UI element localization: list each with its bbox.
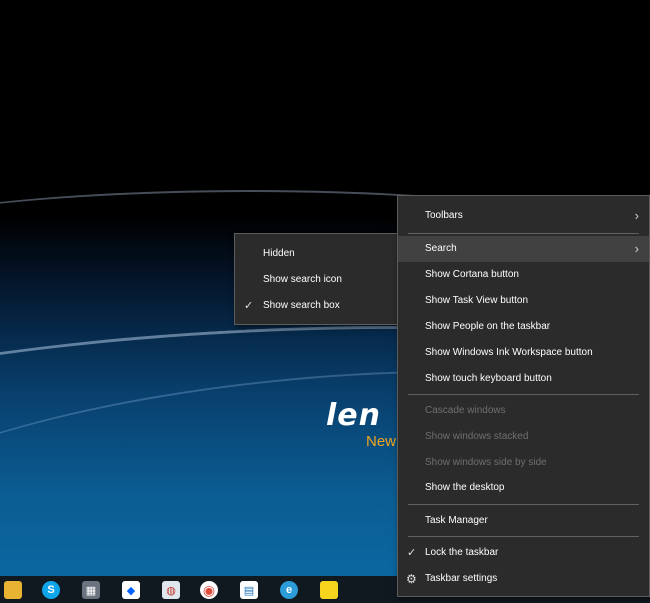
menu-item-cascade-windows: Cascade windows (425, 405, 506, 416)
menu-divider (408, 536, 639, 537)
menu-item-show-ink-workspace[interactable]: Show Windows Ink Workspace button (398, 340, 649, 366)
dropbox-icon[interactable]: ◆ (122, 581, 140, 599)
search-option-show-box[interactable]: ✓ Show search box (235, 293, 399, 319)
menu-item-show-desktop[interactable]: Show the desktop (398, 475, 649, 501)
menu-item-taskbar-settings[interactable]: ⚙ Taskbar settings (398, 566, 649, 592)
wallpaper-logo: len (326, 398, 381, 433)
search-option-show-icon[interactable]: Show search icon (235, 267, 399, 293)
menu-divider (408, 504, 639, 505)
file-explorer-icon[interactable] (4, 581, 22, 599)
menu-item-lock-taskbar[interactable]: ✓ Lock the taskbar (398, 540, 649, 566)
menu-item-task-manager[interactable]: Task Manager (398, 508, 649, 534)
search-submenu: Hidden Show search icon ✓ Show search bo… (234, 233, 400, 325)
chevron-right-icon: › (634, 241, 639, 256)
wallpaper-logo-subtitle: New (366, 433, 397, 450)
edge-icon[interactable]: e (280, 581, 298, 599)
sticky-notes-icon[interactable] (320, 581, 338, 599)
menu-item-toolbars[interactable]: Toolbars › (398, 203, 649, 229)
check-icon: ✓ (244, 300, 254, 312)
menu-item-show-cortana[interactable]: Show Cortana button (398, 262, 649, 288)
search-option-hidden[interactable]: Hidden (235, 241, 399, 267)
store-icon[interactable]: ▤ (240, 581, 258, 599)
menu-item-show-task-view[interactable]: Show Task View button (398, 288, 649, 314)
gear-icon: ⚙ (406, 572, 417, 586)
app-icon[interactable]: ◍ (162, 581, 180, 599)
chrome-icon[interactable]: ◉ (200, 581, 218, 599)
calculator-icon[interactable]: ▦ (82, 581, 100, 599)
check-icon: ✓ (407, 547, 417, 559)
menu-item-show-touch-keyboard[interactable]: Show touch keyboard button (398, 366, 649, 392)
menu-item-show-windows-stacked: Show windows stacked (425, 431, 529, 442)
menu-divider (408, 394, 639, 395)
skype-icon[interactable]: S (42, 581, 60, 599)
menu-divider (408, 233, 639, 234)
menu-item-show-people[interactable]: Show People on the taskbar (398, 314, 649, 340)
menu-item-search[interactable]: Search › (398, 236, 649, 262)
chevron-right-icon: › (634, 208, 639, 223)
taskbar-context-menu: Toolbars › Search › Show Cortana button … (397, 195, 650, 597)
menu-item-show-windows-side-by-side: Show windows side by side (425, 457, 547, 468)
